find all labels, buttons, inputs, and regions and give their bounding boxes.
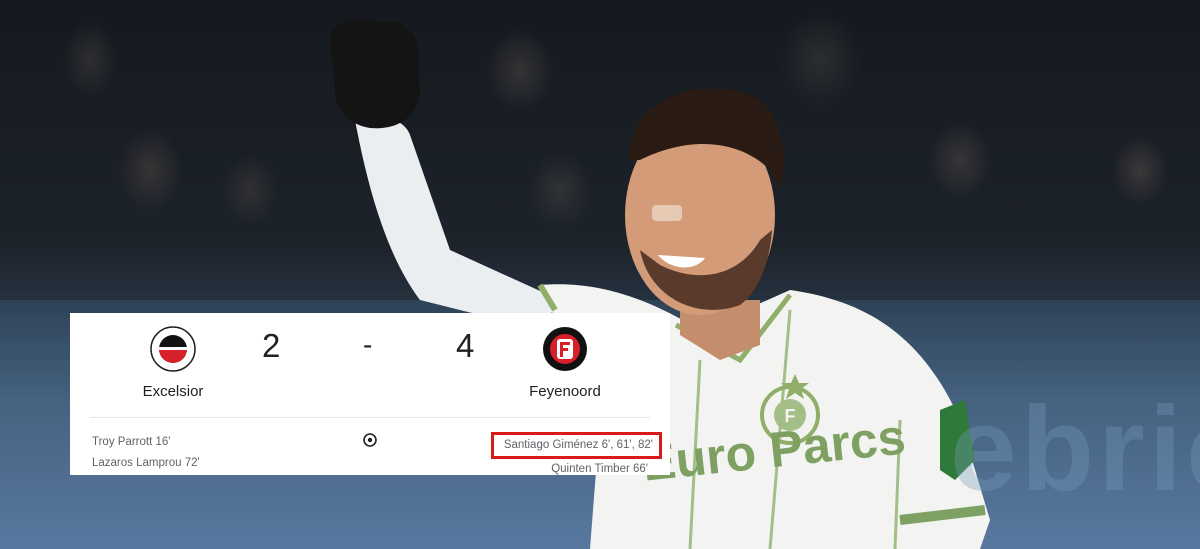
- away-scorer: Quinten Timber 66': [551, 463, 648, 475]
- home-scorers-list: Troy Parrott 16' Lazaros Lamprou 72': [92, 432, 200, 474]
- home-scorer: Troy Parrott 16': [92, 436, 171, 448]
- highlighted-scorer: Santiago Giménez 6', 61', 82': [490, 432, 662, 459]
- divider: [90, 417, 650, 418]
- away-team[interactable]: Feyenoord: [490, 325, 640, 400]
- home-score: 2: [262, 327, 281, 364]
- stadium-signage: ebrie: [950, 382, 1200, 516]
- home-team[interactable]: Excelsior: [98, 325, 248, 400]
- away-team-name: Feyenoord: [529, 383, 601, 400]
- away-scorers-list: Santiago Giménez 6', 61', 82' Quinten Ti…: [490, 432, 662, 480]
- feyenoord-crest-icon: [543, 327, 587, 371]
- excelsior-crest-icon: [150, 326, 196, 372]
- soccer-ball-icon: [363, 433, 377, 447]
- away-score: 4: [456, 327, 475, 364]
- home-team-name: Excelsior: [142, 383, 204, 400]
- match-score-card: Excelsior 2 - 4 Feyenoord Troy Parrott 1…: [70, 313, 670, 475]
- score-separator: -: [363, 329, 373, 360]
- home-scorer: Lazaros Lamprou 72': [92, 457, 200, 469]
